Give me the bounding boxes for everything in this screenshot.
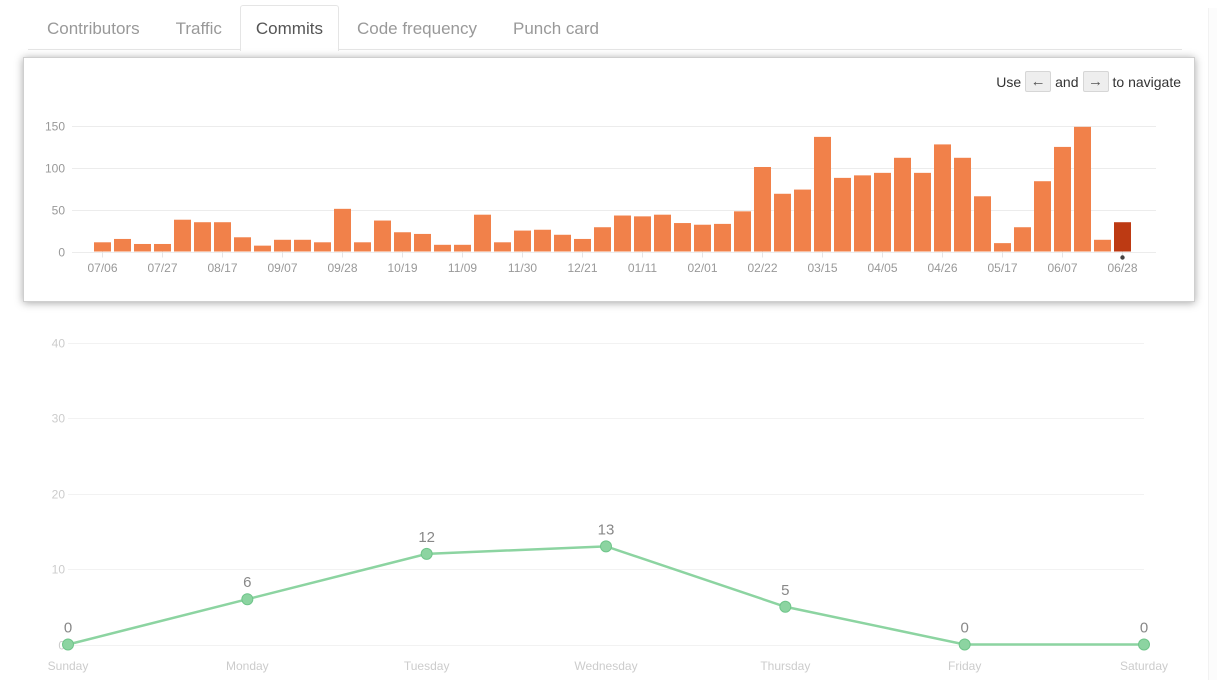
weekday-x-label: Sunday xyxy=(48,659,89,673)
weekday-data-point[interactable] xyxy=(420,547,433,560)
weekday-data-point[interactable] xyxy=(241,593,254,606)
weekday-data-point[interactable] xyxy=(600,540,612,553)
weekday-x-label: Saturday xyxy=(1120,659,1168,673)
weekday-value-label: 12 xyxy=(418,529,435,546)
weekday-data-point[interactable] xyxy=(779,600,792,613)
weekday-x-label: Thursday xyxy=(760,659,810,673)
weekday-commits-line-chart: 0 10 20 30 40 0 6 12 13 5 0 0 Sunday Monday Tuesday W… xyxy=(48,337,1168,674)
line-y-tick-label: 40 xyxy=(52,337,66,351)
weekday-value-label: 13 xyxy=(598,521,615,538)
line-y-tick-label: 10 xyxy=(52,563,66,577)
line-chart-y-axis: 010203040 xyxy=(52,337,66,653)
weekday-value-label: 5 xyxy=(781,582,789,599)
weekday-value-label: 6 xyxy=(243,574,251,591)
weekday-data-point[interactable] xyxy=(1138,638,1150,651)
weekday-value-label: 0 xyxy=(64,620,72,637)
weekday-x-label: Wednesday xyxy=(574,659,637,673)
weekday-data-point[interactable] xyxy=(958,638,971,651)
weekday-value-label: 0 xyxy=(1140,620,1148,637)
line-chart-x-axis: Sunday Monday Tuesday Wednesday Thursday Frid… xyxy=(48,659,1168,673)
weekday-x-label: Friday xyxy=(948,659,981,673)
weekday-value-label: 0 xyxy=(960,620,968,637)
weekday-x-label: Tuesday xyxy=(404,659,450,673)
weekday-data-point[interactable] xyxy=(62,638,74,651)
line-y-tick-label: 30 xyxy=(52,412,66,426)
line-chart-grid xyxy=(68,343,1144,646)
weekday-commits-line xyxy=(67,545,1144,646)
line-chart-series xyxy=(67,545,1144,646)
weekday-x-label: Monday xyxy=(226,659,269,673)
line-chart-points: 0 6 12 13 5 0 0 xyxy=(62,521,1150,651)
line-y-tick-label: 20 xyxy=(52,488,66,502)
